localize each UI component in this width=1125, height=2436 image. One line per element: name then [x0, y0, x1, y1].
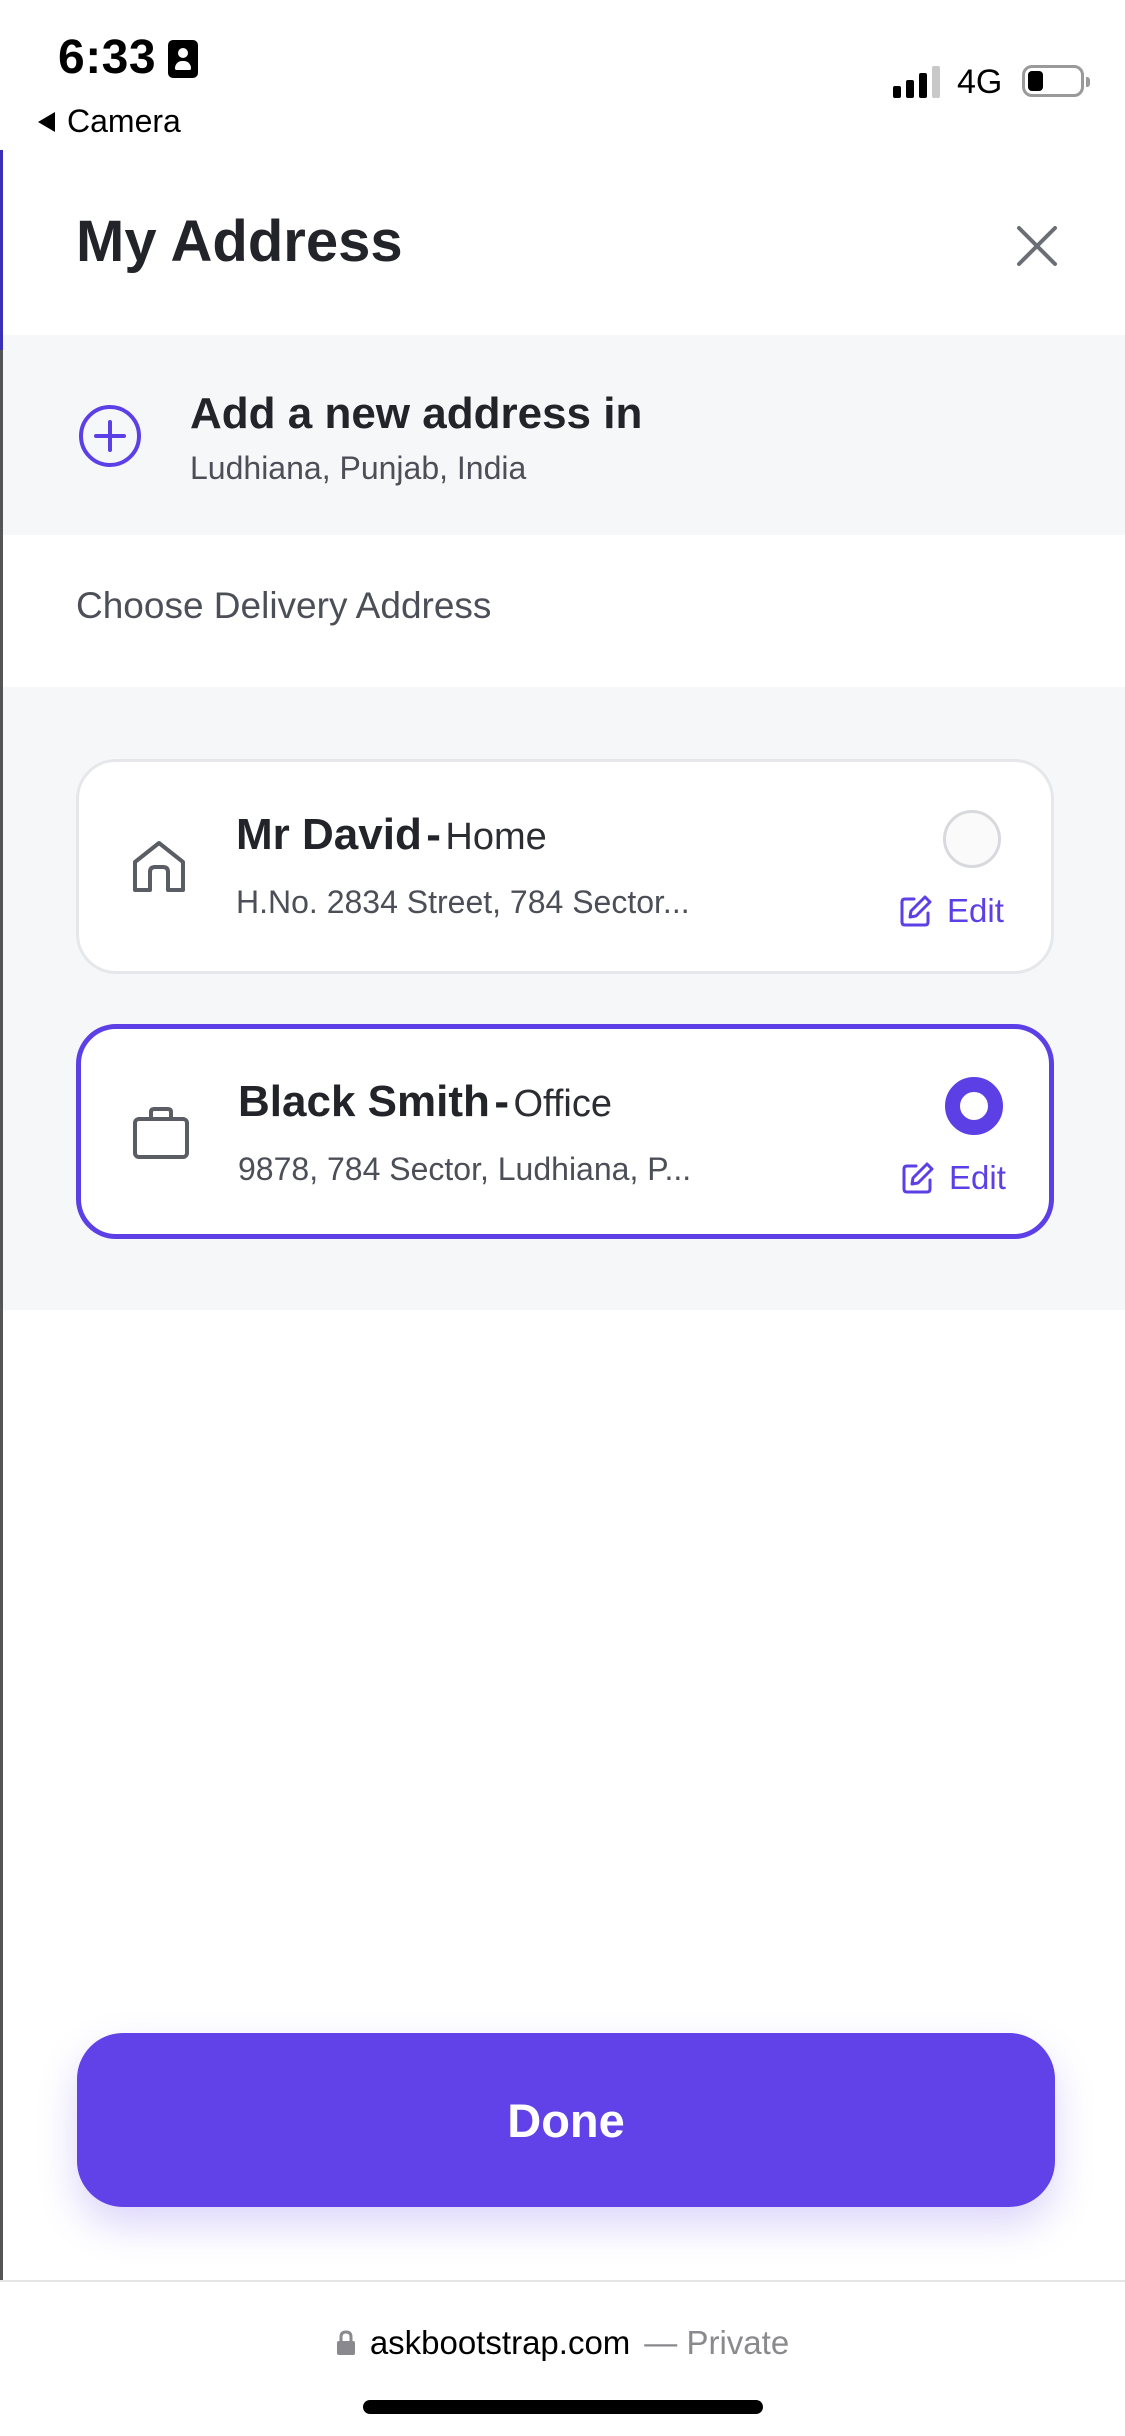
address-type: Office — [513, 1083, 612, 1125]
address-line: 9878, 784 Sector, Ludhiana, P... — [238, 1151, 692, 1187]
edit-icon — [900, 895, 932, 927]
url-display: askbootstrap.com — Private — [0, 2324, 1125, 2362]
address-list: Mr David - Home H.No. 2834 Street, 784 S… — [3, 687, 1125, 1310]
close-button[interactable] — [1005, 214, 1069, 278]
url-private-label: — Private — [644, 2324, 790, 2361]
sheet-header: My Address — [3, 150, 1125, 335]
home-indicator[interactable] — [363, 2400, 763, 2414]
done-button[interactable]: Done — [77, 2033, 1055, 2207]
battery-icon — [1022, 65, 1090, 97]
section-label: Choose Delivery Address — [76, 585, 492, 626]
battery-level — [1028, 71, 1043, 91]
page-title: My Address — [76, 209, 403, 274]
edit-label: Edit — [949, 1159, 1006, 1196]
address-card-home[interactable]: Mr David - Home H.No. 2834 Street, 784 S… — [76, 759, 1054, 974]
browser-url-bar[interactable]: askbootstrap.com — Private — [0, 2280, 1125, 2436]
add-address-title: Add a new address in — [190, 389, 643, 438]
network-type: 4G — [957, 63, 1003, 101]
address-sheet: My Address Add a new address in Ludhiana… — [0, 150, 1125, 2280]
address-title: Black Smith - Office — [238, 1077, 612, 1127]
status-time: 6:33 — [58, 31, 157, 84]
edit-icon — [902, 1162, 934, 1194]
home-icon — [133, 841, 185, 892]
address-radio-selected[interactable] — [945, 1077, 1003, 1135]
address-radio[interactable] — [943, 810, 1001, 868]
address-separator: - — [494, 1077, 509, 1126]
edit-label: Edit — [947, 892, 1004, 929]
done-label: Done — [507, 2093, 625, 2147]
back-caret-icon — [38, 111, 55, 132]
close-icon — [1017, 226, 1057, 266]
address-name: Black Smith — [238, 1077, 490, 1126]
address-name: Mr David — [236, 810, 422, 859]
address-line: H.No. 2834 Street, 784 Sector... — [236, 884, 690, 920]
add-address-location: Ludhiana, Punjab, India — [190, 450, 527, 486]
address-card-office[interactable]: Black Smith - Office 9878, 784 Sector, L… — [76, 1024, 1054, 1239]
address-type: Home — [445, 816, 547, 858]
lock-icon — [336, 2330, 355, 2355]
contact-card-icon — [168, 40, 198, 78]
screen: 6:33 Camera 4G My Address Add a new addr… — [0, 0, 1125, 2436]
briefcase-icon — [133, 1107, 189, 1159]
add-new-address-button[interactable]: Add a new address in Ludhiana, Punjab, I… — [3, 335, 1125, 535]
status-bar: 6:33 Camera 4G — [0, 0, 1125, 150]
edit-address-button[interactable]: Edit — [901, 1159, 1006, 1197]
edit-address-button[interactable]: Edit — [899, 892, 1004, 930]
back-to-app-link[interactable]: Camera — [38, 103, 181, 140]
add-circle-icon — [79, 405, 141, 467]
back-app-label: Camera — [67, 103, 181, 139]
url-domain: askbootstrap.com — [369, 2324, 631, 2361]
address-separator: - — [426, 810, 441, 859]
address-title: Mr David - Home — [236, 810, 547, 860]
cellular-signal-icon — [893, 64, 940, 98]
